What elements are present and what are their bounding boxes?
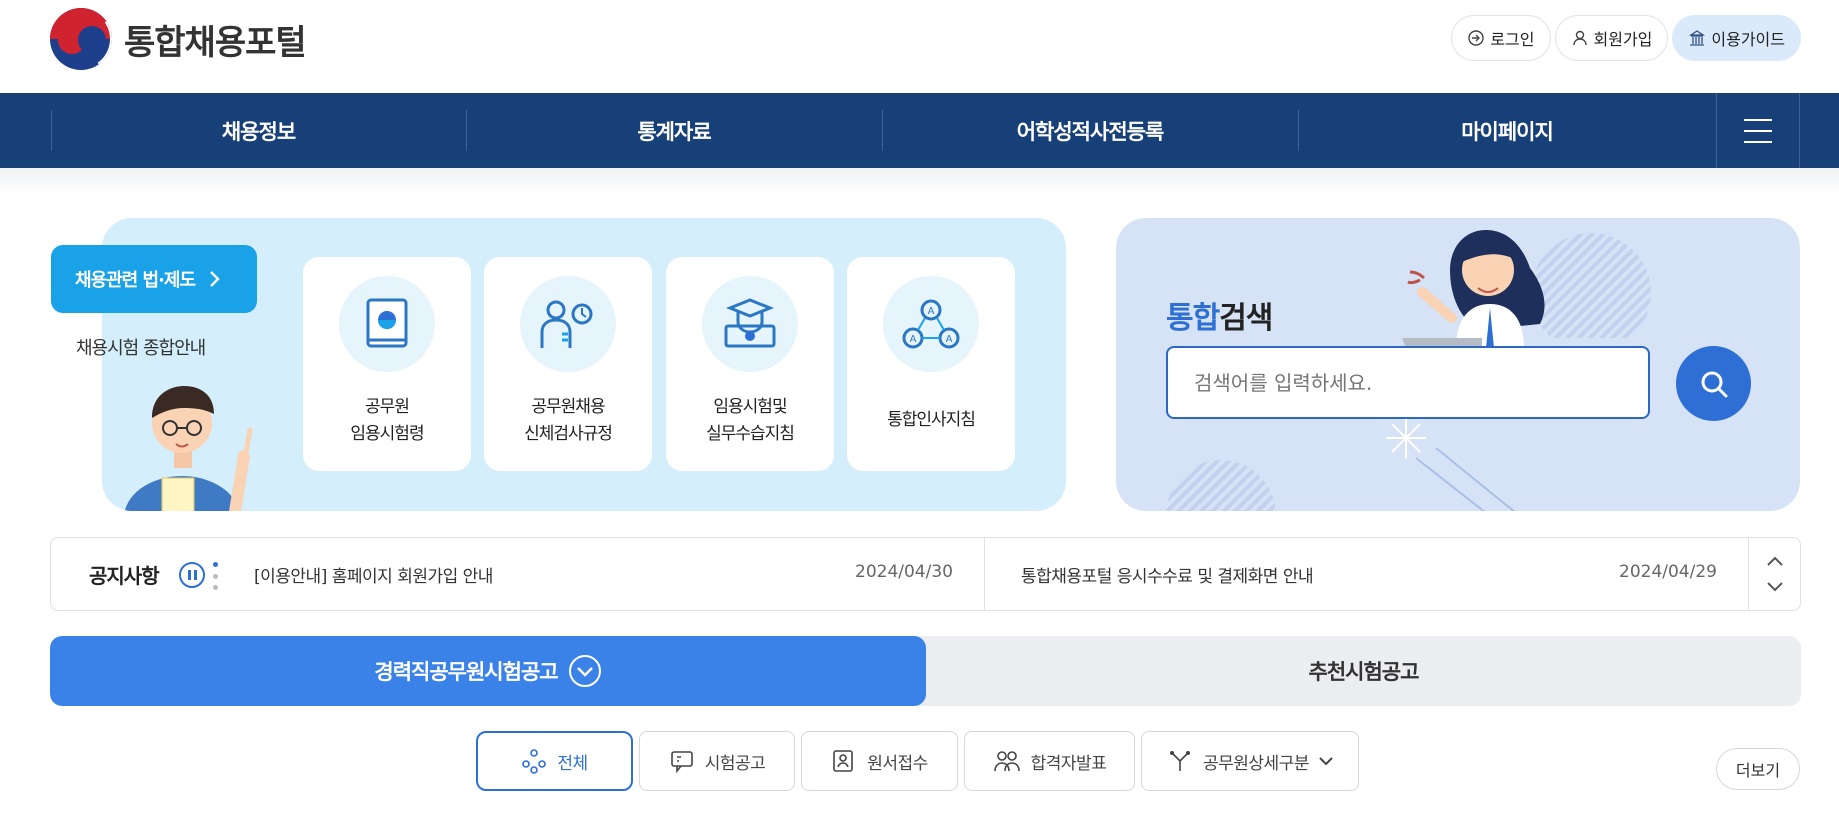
law-card-label: 실무수습지침 (706, 424, 795, 444)
search-title: 통합검색 (1166, 293, 1273, 337)
notice-arrows (1748, 538, 1800, 610)
people-icon (993, 751, 1020, 772)
pause-icon[interactable] (179, 562, 205, 588)
book-icon (366, 298, 408, 348)
search-icon (1701, 371, 1727, 397)
search-button[interactable] (1676, 346, 1751, 421)
site-logo[interactable]: 통합채용포털 (50, 8, 307, 70)
search-input[interactable] (1166, 346, 1650, 419)
notice-bar: 공지사항 [이용안내] 홈페이지 회원가입 안내 2024/04/30 통합채용… (50, 537, 1801, 611)
tab-recommend-exam[interactable]: 추천시험공고 (926, 636, 1801, 706)
chevron-down-icon[interactable] (1766, 582, 1784, 592)
notice-item-date: 2024/04/30 (855, 562, 953, 582)
guide-label: 이용가이드 (1711, 30, 1785, 49)
top-links: 로그인 회원가입 이용가이드 (1451, 15, 1801, 61)
stripe-circle-decoration (1166, 460, 1276, 511)
svg-text:A: A (928, 306, 935, 317)
nav-item-statistics[interactable]: 통계자료 (466, 93, 882, 168)
notice-board-icon (670, 751, 693, 774)
main-nav: 채용정보 통계자료 어학성적사전등록 마이페이지 (0, 93, 1839, 168)
nodes-icon (522, 749, 547, 774)
logo-text: 통합채용포털 (124, 22, 307, 63)
nav-item-recruit-info[interactable]: 채용정보 (51, 93, 466, 168)
filter-label: 전체 (557, 753, 588, 774)
exam-tabs: 경력직공무원시험공고 추천시험공고 (50, 636, 1801, 706)
notice-item-title[interactable]: 통합채용포털 응시수수료 및 결제화면 안내 (1021, 562, 1314, 587)
filter-label: 원서접수 (867, 753, 928, 774)
law-card-exam-decree[interactable]: 공무원 임용시험령 (303, 257, 471, 471)
law-system-button[interactable]: 채용관련 법·제도 (51, 245, 257, 313)
law-card-label: 공무원채용 (531, 397, 605, 417)
login-button[interactable]: 로그인 (1451, 15, 1551, 61)
login-icon (1468, 30, 1485, 46)
notice-pager[interactable] (212, 562, 218, 590)
svg-text:A: A (946, 334, 953, 345)
graduate-icon (724, 298, 776, 348)
application-form-icon (833, 750, 854, 772)
exam-guide-subtitle: 채용시험 종합안내 (76, 338, 206, 359)
physical-exam-icon (540, 300, 593, 348)
tab-career-exam[interactable]: 경력직공무원시험공고 (50, 636, 926, 706)
filter-pass-announce[interactable]: 합격자발표 (964, 731, 1135, 791)
filter-application[interactable]: 원서접수 (801, 731, 958, 791)
user-icon (1572, 30, 1587, 46)
chevron-circle-down-icon (568, 655, 601, 687)
chevron-right-icon (210, 271, 220, 287)
more-button[interactable]: 더보기 (1716, 748, 1800, 790)
nav-shadow (0, 168, 1839, 198)
search-character-illustration (1402, 230, 1545, 348)
branch-icon (1170, 751, 1190, 771)
nav-item-mypage[interactable]: 마이페이지 (1298, 93, 1716, 168)
network-icon: A A A (902, 299, 960, 349)
notice-item-title[interactable]: [이용안내] 홈페이지 회원가입 안내 (254, 562, 493, 587)
signup-button[interactable]: 회원가입 (1554, 15, 1669, 61)
filter-all[interactable]: 전체 (476, 731, 633, 791)
sparkle-decoration (1386, 418, 1516, 511)
filter-exam-notice[interactable]: 시험공고 (639, 731, 795, 791)
law-card-label: 공무원 (365, 397, 410, 417)
guide-button[interactable]: 이용가이드 (1672, 15, 1801, 61)
login-label: 로그인 (1490, 30, 1535, 49)
chevron-up-icon[interactable] (1766, 556, 1784, 566)
law-card-label: 임용시험및 (713, 397, 787, 417)
guide-character-illustration (124, 386, 253, 511)
taegeuk-logo-icon (50, 8, 112, 70)
law-system-label: 채용관련 법·제도 (75, 270, 196, 291)
law-card-training-guideline[interactable]: 임용시험및 실무수습지침 (666, 257, 834, 471)
law-card-label: 신체검사규정 (524, 424, 613, 444)
signup-label: 회원가입 (1593, 30, 1653, 49)
nav-item-language-score[interactable]: 어학성적사전등록 (882, 93, 1298, 168)
law-card-physical-exam[interactable]: 공무원채용 신체검사규정 (484, 257, 652, 471)
menu-icon[interactable] (1716, 93, 1800, 168)
notice-divider (984, 538, 985, 610)
notice-item-date: 2024/04/29 (1619, 562, 1717, 582)
tab-career-exam-label: 경력직공무원시험공고 (374, 660, 558, 684)
filter-label: 시험공고 (704, 753, 766, 774)
building-icon (1689, 30, 1706, 46)
filter-label: 공무원상세구분 (1203, 753, 1309, 774)
filter-label: 합격자발표 (1030, 753, 1107, 774)
search-title-rest: 검색 (1219, 301, 1273, 336)
search-title-highlight: 통합 (1166, 301, 1220, 336)
law-card-label: 통합인사지침 (887, 410, 976, 430)
filter-civil-servant-type[interactable]: 공무원상세구분 (1141, 731, 1359, 791)
law-card-hr-guideline[interactable]: A A A 통합인사지침 (847, 257, 1015, 471)
notice-title: 공지사항 (89, 564, 160, 588)
svg-text:A: A (910, 334, 917, 345)
header: 통합채용포털 로그인 회원가입 이용가이드 (0, 0, 1839, 93)
law-card-label: 임용시험령 (350, 424, 424, 444)
chevron-down-icon (1319, 756, 1333, 765)
